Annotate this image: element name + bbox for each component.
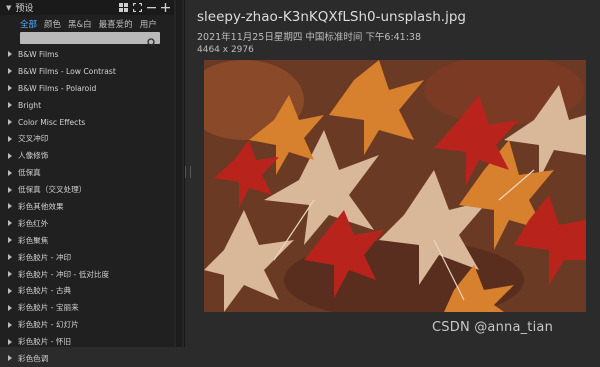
presets-title: 预设 [15,4,34,14]
image-dimensions: 4464 x 2976 [197,45,254,55]
expand-caret-icon[interactable] [8,203,12,210]
expand-caret-icon[interactable] [8,119,12,125]
preset-folder[interactable]: 彩色胶片 - 怀旧 [0,333,174,350]
preset-folder[interactable]: B&W Films - Low Contrast [0,63,174,80]
expand-caret-icon[interactable] [8,287,12,294]
preset-folder[interactable]: 彩色红外 [0,215,174,232]
preset-folder-label: 彩色胶片 - 怀旧 [18,337,72,347]
preset-folder-label: 彩色胶片 - 古典 [18,286,72,296]
preset-folder-label: 低保真 [18,168,41,178]
preset-folder[interactable]: B&W Films - Polaroid [0,80,174,97]
presets-panel: ▼ 预设 全部 颜色 黑&白 最喜爱的 用户 B&W Films B&W Films - … [0,0,174,363]
preset-folder-label: 彩色胶片 - 冲印 [18,252,72,262]
expand-caret-icon[interactable] [8,85,12,92]
file-date: 2021年11月25日星期四 中国标准时间 下午6:41:38 [197,32,422,43]
watermark: CSDN @anna_tian [432,320,554,335]
expand-caret-icon[interactable] [8,68,12,75]
autumn-leaves-photo [204,60,586,312]
preset-folder[interactable]: Color Misc Effects [0,114,174,131]
tab-1[interactable]: 颜色 [44,18,61,30]
preset-folder[interactable]: 彩色其他效果 [0,198,174,215]
expand-caret-icon[interactable] [8,135,12,142]
expand-caret-icon[interactable] [8,169,12,176]
presets-header[interactable]: ▼ 预设 [0,0,174,15]
preset-folder[interactable]: 彩色胶片 - 幻灯片 [0,316,174,333]
preset-folder[interactable]: 低保真（交叉处理） [0,181,174,198]
search-icon[interactable] [147,33,157,48]
tab-3[interactable]: 最喜爱的 [99,18,133,30]
preset-folder[interactable]: 彩色胶片 - 古典 [0,282,174,299]
preset-folder[interactable]: 人像修饰 [0,147,174,164]
expand-caret-icon[interactable] [8,271,12,278]
expand-caret-icon[interactable] [8,254,12,261]
preset-folder-label: 彩色胶片 - 宝丽来 [18,303,79,313]
preset-folder[interactable]: 低保真 [0,164,174,181]
expand-caret-icon[interactable] [8,355,12,362]
expand-caret-icon[interactable] [8,237,12,244]
preset-folder-label: B&W Films - Low Contrast [18,66,116,76]
preset-folder[interactable]: 彩色胶片 - 冲印 [0,249,174,266]
expand-caret-icon[interactable] [8,220,12,227]
preset-folder-label: 彩色其他效果 [18,201,64,211]
expand-caret-icon[interactable] [8,321,12,328]
preset-tabs: 全部 颜色 黑&白 最喜爱的 用户 [0,15,174,32]
expand-icon[interactable] [133,3,142,12]
preset-folder[interactable]: 彩色色调 [0,350,174,367]
tab-2[interactable]: 黑&白 [68,18,92,30]
preset-folder-label: 人像修饰 [18,151,49,161]
preset-search-input[interactable] [20,32,160,48]
preset-folder[interactable]: 交叉冲印 [0,130,174,147]
panel-scrollbar-thumb[interactable] [176,0,182,347]
expand-caret-icon[interactable] [8,51,12,58]
expand-caret-icon[interactable] [8,304,12,311]
grid-icon[interactable] [119,3,128,12]
resize-handle[interactable] [185,166,191,178]
plus-icon[interactable] [161,3,170,12]
preset-folder-label: B&W Films [18,49,59,59]
collapse-triangle-icon[interactable]: ▼ [6,4,11,12]
preset-folder-label: 彩色红外 [18,218,49,228]
preset-folder-label: 彩色色调 [18,353,49,363]
image-preview[interactable] [204,60,586,312]
preset-folder-label: 交叉冲印 [18,134,49,144]
preset-folder-label: 彩色聚焦 [18,235,49,245]
preset-folder[interactable]: 彩色胶片 - 宝丽来 [0,299,174,316]
preset-folder[interactable]: Bright [0,97,174,114]
preset-folder[interactable]: B&W Films [0,46,174,63]
file-name: sleepy-zhao-K3nKQXfLSh0-unsplash.jpg [197,9,466,25]
tab-0[interactable]: 全部 [20,18,37,30]
preset-folder-label: 彩色胶片 - 幻灯片 [18,320,79,330]
preset-folder-label: Color Misc Effects [18,117,86,127]
minus-icon[interactable] [147,3,156,12]
preset-folder[interactable]: 彩色胶片 - 冲印 - 低对比度 [0,266,174,283]
preset-folder[interactable]: 彩色聚焦 [0,232,174,249]
preset-list: B&W Films B&W Films - Low Contrast B&W Fil… [0,46,174,367]
preset-folder-label: Bright [18,100,42,110]
preset-folder-label: 彩色胶片 - 冲印 - 低对比度 [18,269,110,279]
preset-folder-label: 低保真（交叉处理） [18,185,87,195]
expand-caret-icon[interactable] [8,152,12,159]
preset-folder-label: B&W Films - Polaroid [18,83,97,93]
expand-caret-icon[interactable] [8,102,12,109]
tab-4[interactable]: 用户 [140,18,157,30]
expand-caret-icon[interactable] [8,338,12,345]
expand-caret-icon[interactable] [8,186,12,193]
